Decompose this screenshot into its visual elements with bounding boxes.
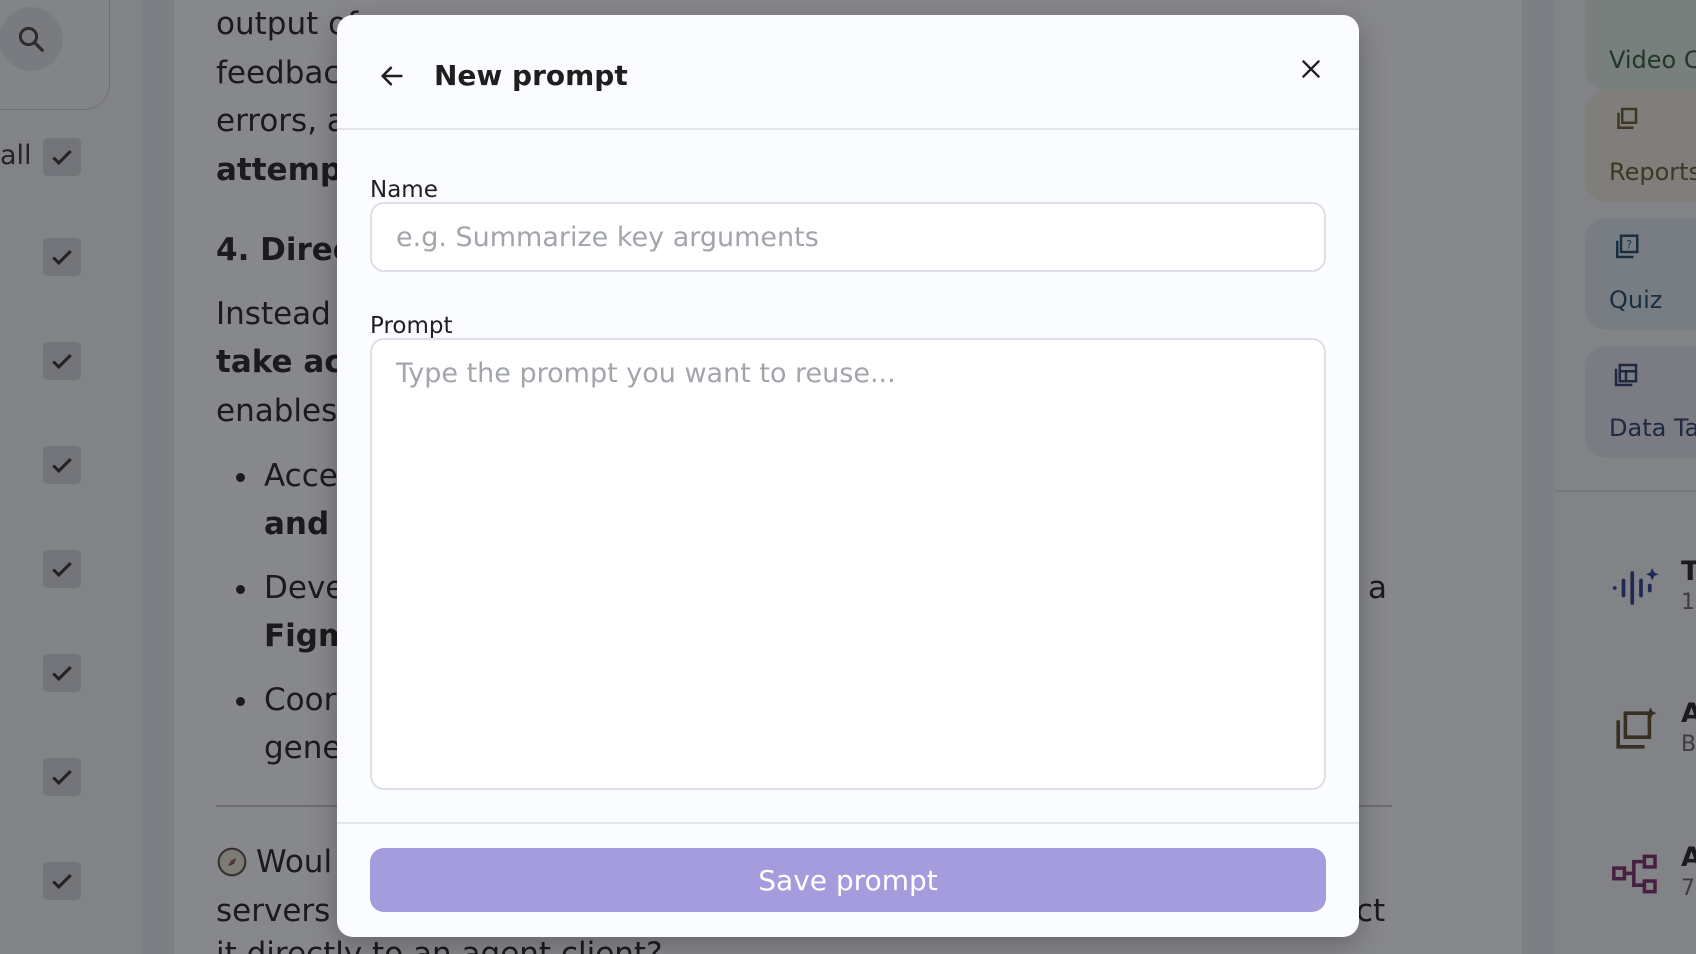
footer-divider [337,822,1359,824]
dialog-header: New prompt [337,15,1359,128]
name-label: Name [370,177,438,203]
prompt-label: Prompt [370,313,453,339]
header-divider [337,128,1359,130]
save-prompt-button[interactable]: Save prompt [370,848,1326,912]
prompt-textarea[interactable] [370,338,1326,790]
name-input[interactable] [370,202,1326,272]
back-button[interactable] [369,53,415,99]
arrow-left-icon [381,66,403,86]
close-icon [1302,60,1320,78]
new-prompt-dialog: New prompt Name Prompt Save prompt [337,15,1359,937]
close-button[interactable] [1287,45,1335,93]
dialog-title: New prompt [434,59,628,92]
